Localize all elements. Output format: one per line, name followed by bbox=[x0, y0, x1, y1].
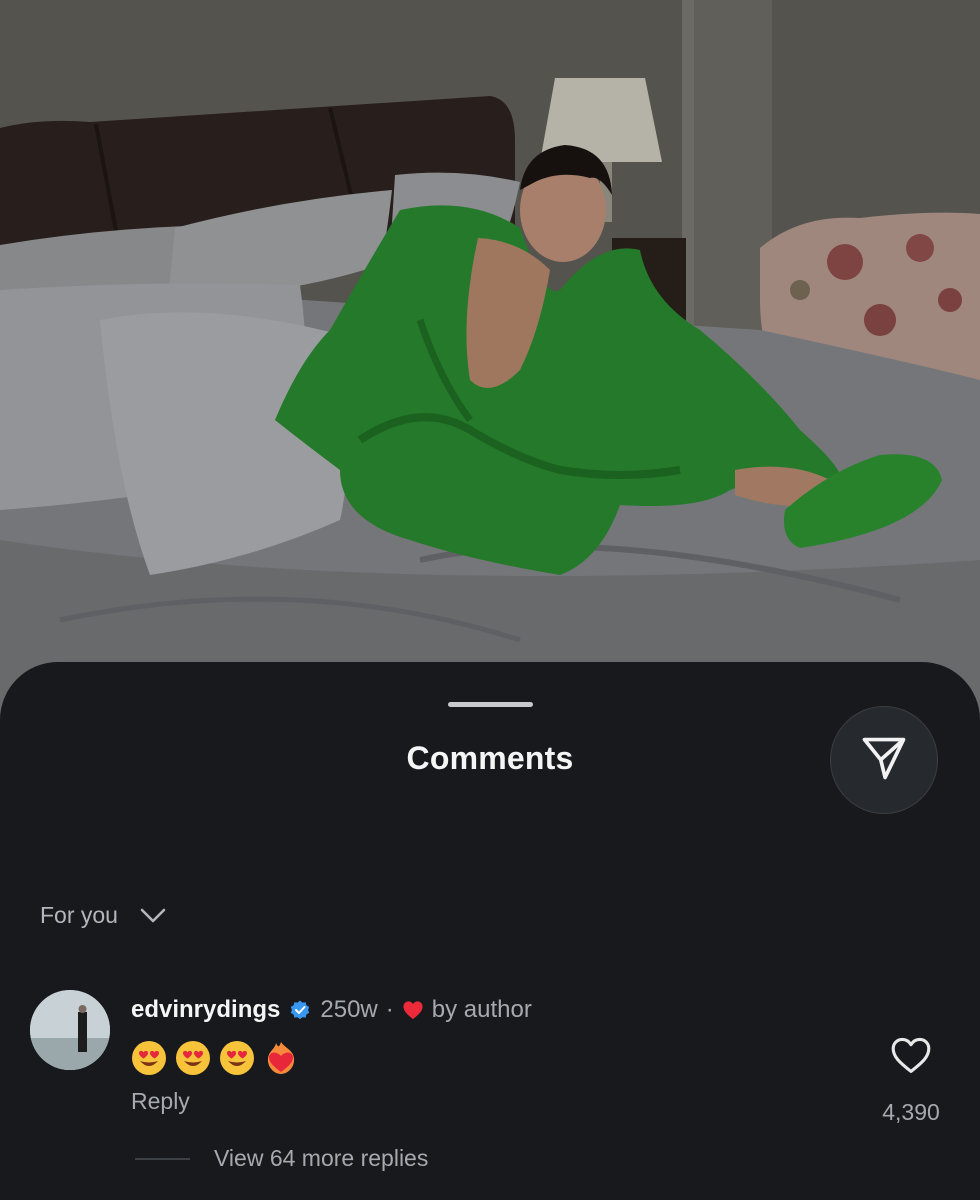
share-send-icon bbox=[858, 732, 910, 789]
heart-eyes-emoji-icon bbox=[219, 1040, 255, 1076]
heart-filled-icon bbox=[402, 1000, 424, 1020]
heart-eyes-emoji-icon bbox=[131, 1040, 167, 1076]
comment-username[interactable]: edvinrydings bbox=[131, 996, 280, 1024]
replies-divider bbox=[135, 1157, 190, 1160]
reply-button[interactable]: Reply bbox=[131, 1088, 190, 1115]
heart-on-fire-emoji-icon bbox=[263, 1040, 299, 1076]
sort-label: For you bbox=[40, 902, 118, 928]
comment-age: 250w bbox=[320, 996, 378, 1023]
sort-selector[interactable]: For you bbox=[40, 902, 166, 929]
heart-eyes-emoji-icon bbox=[175, 1040, 211, 1076]
chevron-down-icon bbox=[140, 908, 166, 924]
like-column: 4,390 bbox=[866, 1036, 956, 1126]
sheet-grabber[interactable] bbox=[448, 702, 533, 707]
liked-by-author-label: by author bbox=[431, 996, 532, 1023]
avatar[interactable] bbox=[30, 990, 110, 1070]
verified-badge-icon bbox=[288, 998, 312, 1022]
comment-body: 😍 😍 😍 bbox=[131, 1040, 299, 1076]
like-count: 4,390 bbox=[882, 1099, 940, 1125]
comments-sheet: Comments For you edvinrydings 250w · by … bbox=[0, 662, 980, 1200]
view-more-replies[interactable]: View 64 more replies bbox=[135, 1145, 428, 1172]
comment-header: edvinrydings 250w · by author bbox=[131, 996, 532, 1024]
bedroom-photo-illustration bbox=[0, 0, 980, 730]
share-button[interactable] bbox=[830, 706, 938, 814]
meta-separator: · bbox=[385, 996, 394, 1023]
view-more-replies-label: View 64 more replies bbox=[214, 1145, 429, 1171]
heart-outline-icon bbox=[890, 1036, 932, 1079]
like-button[interactable] bbox=[866, 1036, 956, 1079]
post-photo bbox=[0, 0, 980, 730]
